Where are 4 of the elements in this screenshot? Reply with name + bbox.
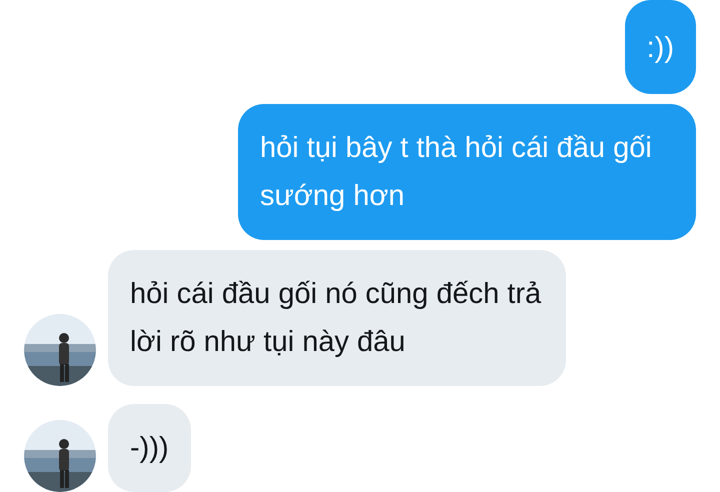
message-bubble: :)) bbox=[624, 0, 696, 94]
message-bubble: hỏi tụi bây t thà hỏi cái đầu gối sướng hơn bbox=[238, 104, 696, 240]
message-bubble: -))) bbox=[108, 404, 191, 492]
message-bubble: hỏi cái đầu gối nó cũng đếch trả lời rõ như tụi này đâu bbox=[108, 250, 566, 386]
